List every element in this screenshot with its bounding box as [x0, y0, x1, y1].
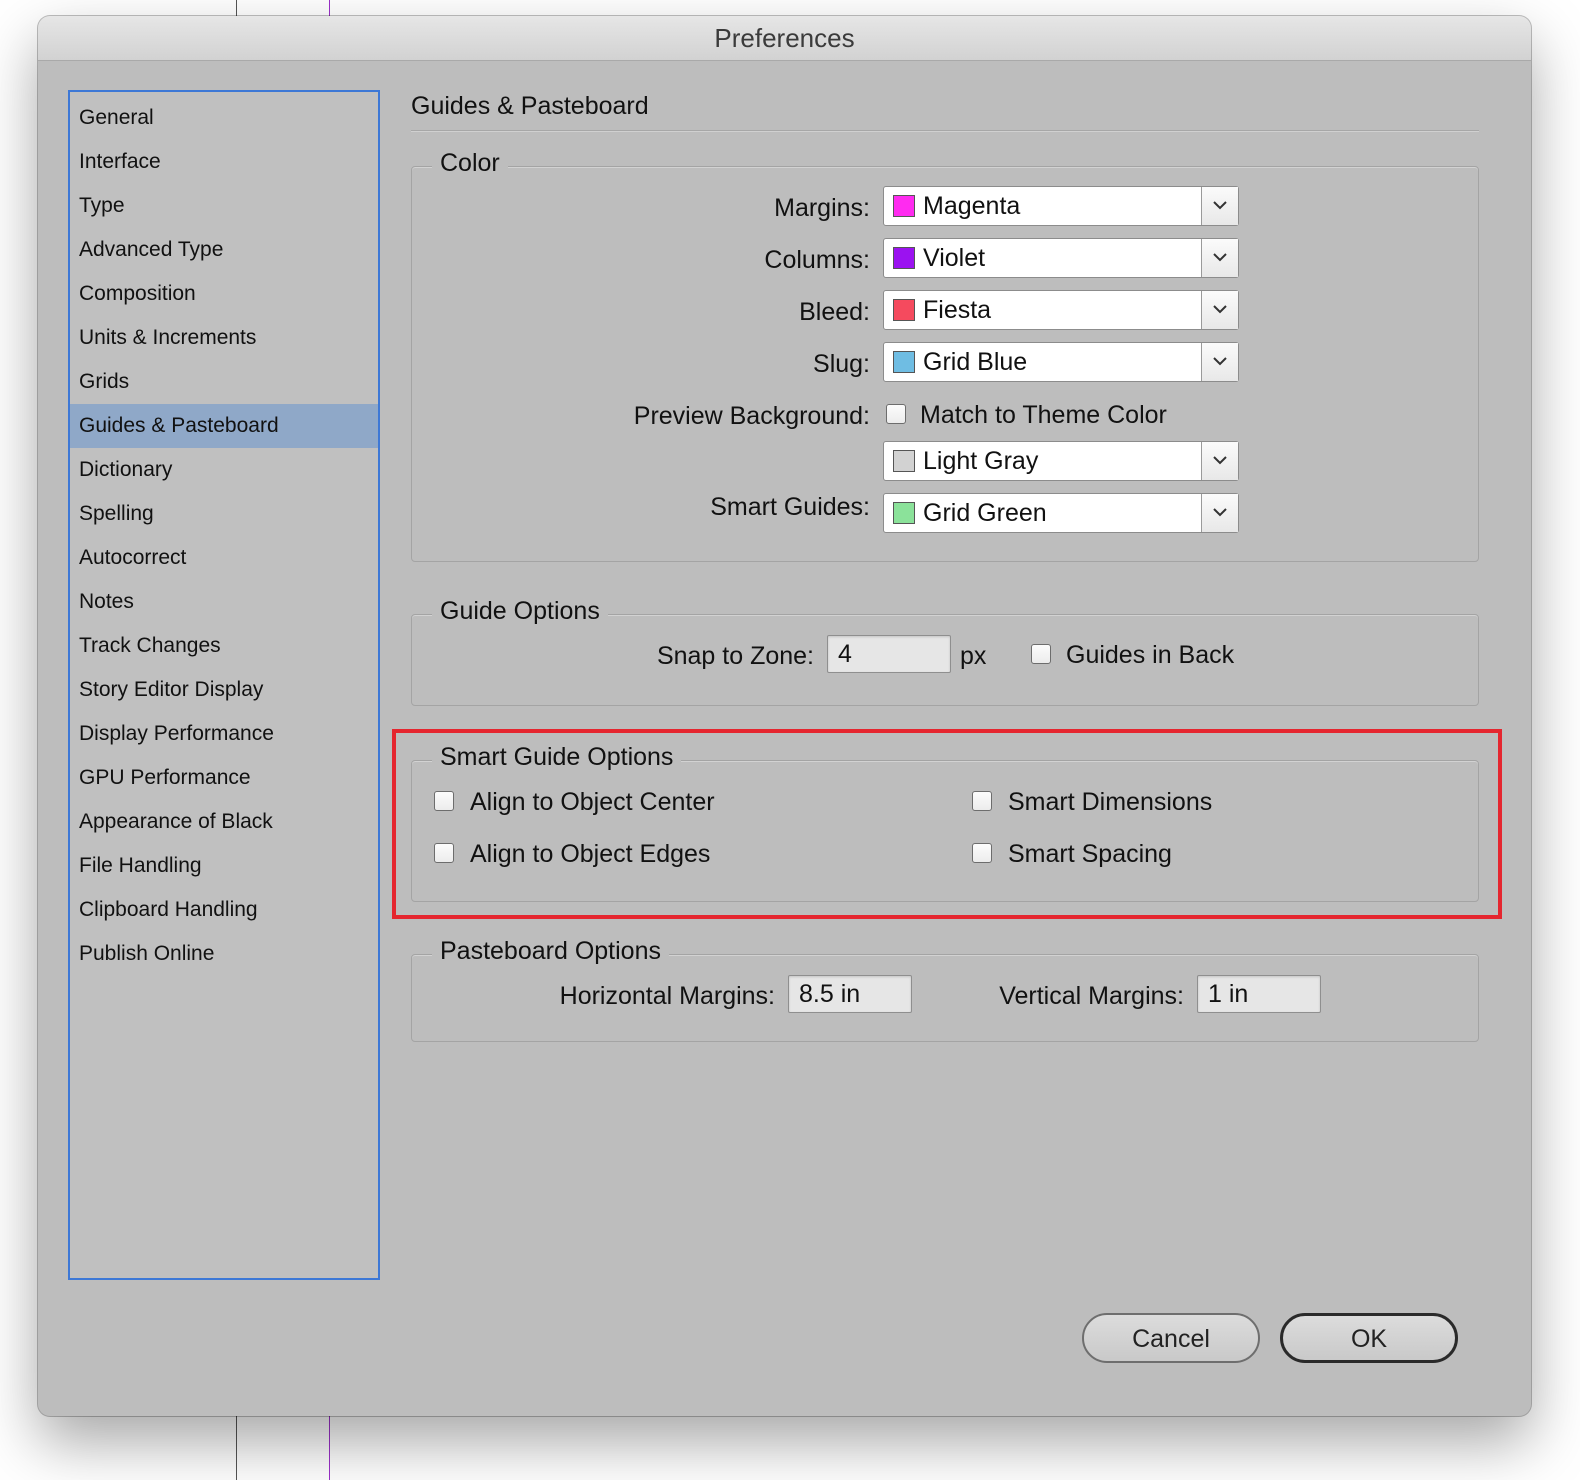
grid-blue-swatch — [893, 351, 915, 373]
violet-swatch — [893, 247, 915, 269]
bleed-label: Bleed: — [799, 298, 870, 326]
chevron-down-icon[interactable] — [1201, 187, 1238, 225]
sidebar-item-publish-online[interactable]: Publish Online — [70, 932, 378, 976]
preferences-sidebar: General Interface Type Advanced Type Com… — [68, 90, 380, 1280]
match-theme-color-label[interactable]: Match to Theme Color — [920, 401, 1167, 430]
chevron-down-icon[interactable] — [1201, 239, 1238, 277]
chevron-down-icon[interactable] — [1201, 291, 1238, 329]
snap-to-zone-input[interactable] — [827, 635, 951, 673]
sidebar-item-display-performance[interactable]: Display Performance — [70, 712, 378, 756]
section-title: Guides & Pasteboard — [411, 92, 649, 120]
cancel-button[interactable]: Cancel — [1082, 1313, 1260, 1363]
smart-dimensions-label[interactable]: Smart Dimensions — [1008, 788, 1212, 817]
magenta-swatch — [893, 195, 915, 217]
align-object-edges-checkbox[interactable] — [434, 843, 454, 863]
sidebar-item-grids[interactable]: Grids — [70, 360, 378, 404]
sidebar-item-guides-pasteboard[interactable]: Guides & Pasteboard — [70, 404, 378, 448]
sidebar-item-notes[interactable]: Notes — [70, 580, 378, 624]
smart-dimensions-checkbox[interactable] — [972, 791, 992, 811]
guides-in-back-checkbox[interactable] — [1031, 644, 1051, 664]
sidebar-item-clipboard-handling[interactable]: Clipboard Handling — [70, 888, 378, 932]
columns-value: Violet — [923, 244, 986, 272]
sidebar-item-autocorrect[interactable]: Autocorrect — [70, 536, 378, 580]
snap-to-zone-label: Snap to Zone: — [656, 642, 814, 670]
smart-guide-options-group: Smart Guide Options Align to Object Cent… — [411, 741, 1479, 902]
preferences-dialog: Preferences General Interface Type Advan… — [38, 16, 1531, 1416]
guide-options-legend: Guide Options — [432, 595, 608, 627]
light-gray-swatch — [893, 450, 915, 472]
sidebar-item-general[interactable]: General — [70, 96, 378, 140]
title-divider — [411, 130, 1479, 131]
smart-guide-options-legend: Smart Guide Options — [432, 741, 682, 773]
preview-background-label: Preview Background: — [633, 402, 870, 430]
preview-background-dropdown[interactable]: Light Gray — [883, 441, 1239, 481]
align-object-edges-label[interactable]: Align to Object Edges — [470, 840, 710, 869]
smart-spacing-checkbox[interactable] — [972, 843, 992, 863]
color-legend: Color — [432, 147, 508, 179]
chevron-down-icon[interactable] — [1201, 343, 1238, 381]
margins-label: Margins: — [774, 194, 870, 222]
sidebar-item-advanced-type[interactable]: Advanced Type — [70, 228, 378, 272]
chevron-down-icon[interactable] — [1201, 494, 1238, 532]
bleed-value: Fiesta — [923, 296, 992, 324]
preferences-content: Guides & Pasteboard Color Margins: Magen… — [411, 16, 1491, 1316]
align-object-center-label[interactable]: Align to Object Center — [470, 788, 715, 817]
sidebar-item-type[interactable]: Type — [70, 184, 378, 228]
sidebar-item-dictionary[interactable]: Dictionary — [70, 448, 378, 492]
margins-value: Magenta — [923, 192, 1021, 220]
slug-dropdown[interactable]: Grid Blue — [883, 342, 1239, 382]
ok-button[interactable]: OK — [1280, 1313, 1458, 1363]
sidebar-item-interface[interactable]: Interface — [70, 140, 378, 184]
smart-spacing-label[interactable]: Smart Spacing — [1008, 840, 1172, 869]
sidebar-item-story-editor-display[interactable]: Story Editor Display — [70, 668, 378, 712]
sidebar-item-spelling[interactable]: Spelling — [70, 492, 378, 536]
horizontal-margins-label: Horizontal Margins: — [559, 982, 775, 1010]
preview-background-value: Light Gray — [923, 447, 1039, 475]
columns-dropdown[interactable]: Violet — [883, 238, 1239, 278]
chevron-down-icon[interactable] — [1201, 442, 1238, 480]
columns-label: Columns: — [764, 246, 870, 274]
bleed-dropdown[interactable]: Fiesta — [883, 290, 1239, 330]
pasteboard-options-group: Pasteboard Options Horizontal Margins: V… — [411, 935, 1479, 1042]
fiesta-swatch — [893, 299, 915, 321]
smart-guides-label: Smart Guides: — [710, 493, 870, 521]
color-group: Color Margins: Magenta Columns: Violet B… — [411, 147, 1479, 562]
pasteboard-options-legend: Pasteboard Options — [432, 935, 669, 967]
guide-options-group: Guide Options Snap to Zone: px Guides in… — [411, 595, 1479, 706]
slug-label: Slug: — [813, 350, 870, 378]
align-object-center-checkbox[interactable] — [434, 791, 454, 811]
sidebar-item-composition[interactable]: Composition — [70, 272, 378, 316]
sidebar-item-gpu-performance[interactable]: GPU Performance — [70, 756, 378, 800]
match-theme-color-checkbox[interactable] — [886, 404, 906, 424]
slug-value: Grid Blue — [923, 348, 1028, 376]
snap-unit-label: px — [960, 642, 987, 670]
sidebar-item-appearance-of-black[interactable]: Appearance of Black — [70, 800, 378, 844]
horizontal-margins-input[interactable] — [788, 975, 912, 1013]
margins-dropdown[interactable]: Magenta — [883, 186, 1239, 226]
vertical-margins-input[interactable] — [1197, 975, 1321, 1013]
smart-guides-value: Grid Green — [923, 499, 1047, 527]
vertical-margins-label: Vertical Margins: — [999, 982, 1184, 1010]
smart-guides-dropdown[interactable]: Grid Green — [883, 493, 1239, 533]
grid-green-swatch — [893, 502, 915, 524]
sidebar-item-file-handling[interactable]: File Handling — [70, 844, 378, 888]
sidebar-item-track-changes[interactable]: Track Changes — [70, 624, 378, 668]
guides-in-back-label[interactable]: Guides in Back — [1066, 641, 1234, 670]
sidebar-item-units-increments[interactable]: Units & Increments — [70, 316, 378, 360]
